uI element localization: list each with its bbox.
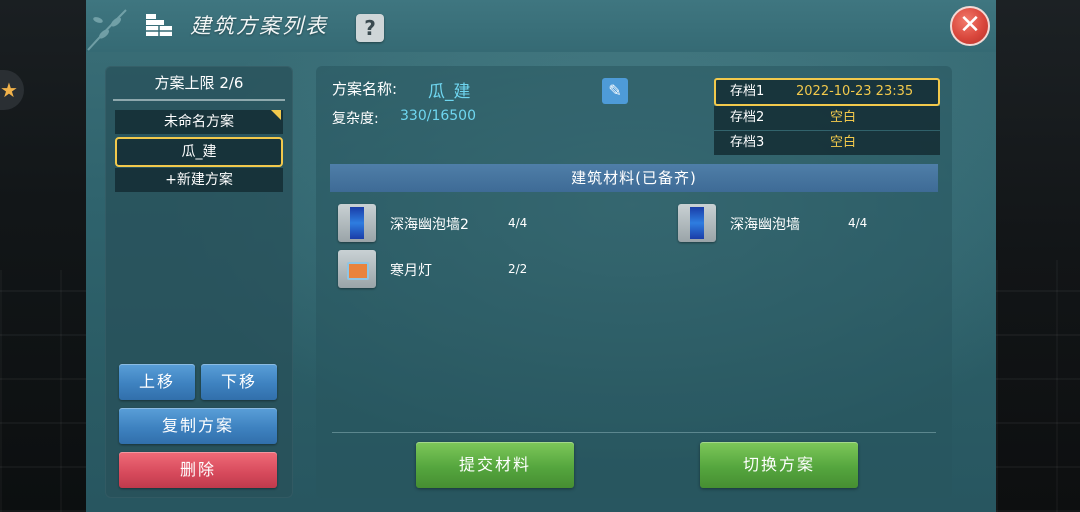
material-count: 4/4 — [508, 216, 528, 230]
list-item-label: 未命名方案 — [164, 114, 234, 130]
star-icon: ★ — [0, 78, 18, 102]
material-count: 4/4 — [848, 216, 868, 230]
list-item-label: 瓜_建 — [181, 144, 217, 160]
save-slot-value: 空白 — [830, 135, 857, 150]
plan-name-label: 方案名称: — [332, 80, 398, 98]
divider — [113, 99, 285, 101]
wall-icon[interactable] — [678, 204, 716, 242]
plan-list-window: 建筑方案列表 ? ✕ 方案上限 2/6 未命名方案 瓜_建 +新建方案 上移 下… — [86, 0, 996, 512]
plan-list-panel: 方案上限 2/6 未命名方案 瓜_建 +新建方案 上移 下移 复制方案 删除 — [105, 66, 293, 498]
branch-decoration-icon — [87, 9, 127, 51]
plan-cap-label: 方案上限 — [154, 74, 215, 92]
complexity-value: 330/16500 — [400, 108, 476, 124]
save-slot-label: 存档2 — [730, 110, 765, 125]
help-button[interactable]: ? — [356, 14, 384, 42]
edit-name-button[interactable]: ✎ — [602, 78, 628, 104]
flag-icon — [271, 110, 281, 120]
list-item[interactable]: 未命名方案 — [115, 110, 283, 134]
window-header: 建筑方案列表 ? ✕ — [86, 0, 996, 52]
new-plan-button[interactable]: +新建方案 — [115, 168, 283, 192]
plan-detail-panel: 方案名称: 瓜_建 ✎ 复杂度: 330/16500 存档1 2022-10-2… — [316, 66, 952, 498]
material-name: 深海幽泡墙 — [730, 217, 800, 233]
plan-name-value: 瓜_建 — [428, 82, 471, 102]
save-slot-value: 2022-10-23 23:35 — [796, 84, 914, 99]
material-count: 2/2 — [508, 262, 528, 276]
plan-cap: 方案上限 2/6 — [105, 72, 293, 93]
window-title: 建筑方案列表 — [190, 14, 328, 38]
lamp-icon[interactable] — [338, 250, 376, 288]
plan-cap-value: 2/6 — [219, 74, 244, 92]
move-up-button[interactable]: 上移 — [119, 364, 195, 400]
save-slot-3[interactable]: 存档3 空白 — [714, 131, 940, 155]
submit-materials-button[interactable]: 提交材料 — [416, 442, 574, 488]
material-name: 深海幽泡墙2 — [390, 217, 469, 233]
save-slot-label: 存档1 — [730, 84, 765, 99]
material-name: 寒月灯 — [390, 263, 432, 279]
background-bricks-right — [996, 260, 1080, 512]
divider — [332, 432, 936, 433]
wall-icon[interactable] — [338, 204, 376, 242]
delete-button[interactable]: 删除 — [119, 452, 277, 488]
move-down-button[interactable]: 下移 — [201, 364, 277, 400]
save-slot-value: 空白 — [830, 110, 857, 125]
list-item-selected[interactable]: 瓜_建 — [115, 137, 283, 167]
switch-plan-button[interactable]: 切换方案 — [700, 442, 858, 488]
copy-plan-button[interactable]: 复制方案 — [119, 408, 277, 444]
close-button[interactable]: ✕ — [950, 6, 990, 46]
save-slot-2[interactable]: 存档2 空白 — [714, 106, 940, 130]
building-icon — [146, 14, 172, 36]
pencil-icon: ✎ — [608, 81, 622, 100]
background-bricks-left — [0, 270, 86, 512]
complexity-label: 复杂度: — [332, 111, 379, 127]
save-slot-label: 存档3 — [730, 135, 765, 150]
save-slot-1[interactable]: 存档1 2022-10-23 23:35 — [714, 78, 940, 106]
materials-header: 建筑材料(已备齐) — [330, 164, 938, 192]
